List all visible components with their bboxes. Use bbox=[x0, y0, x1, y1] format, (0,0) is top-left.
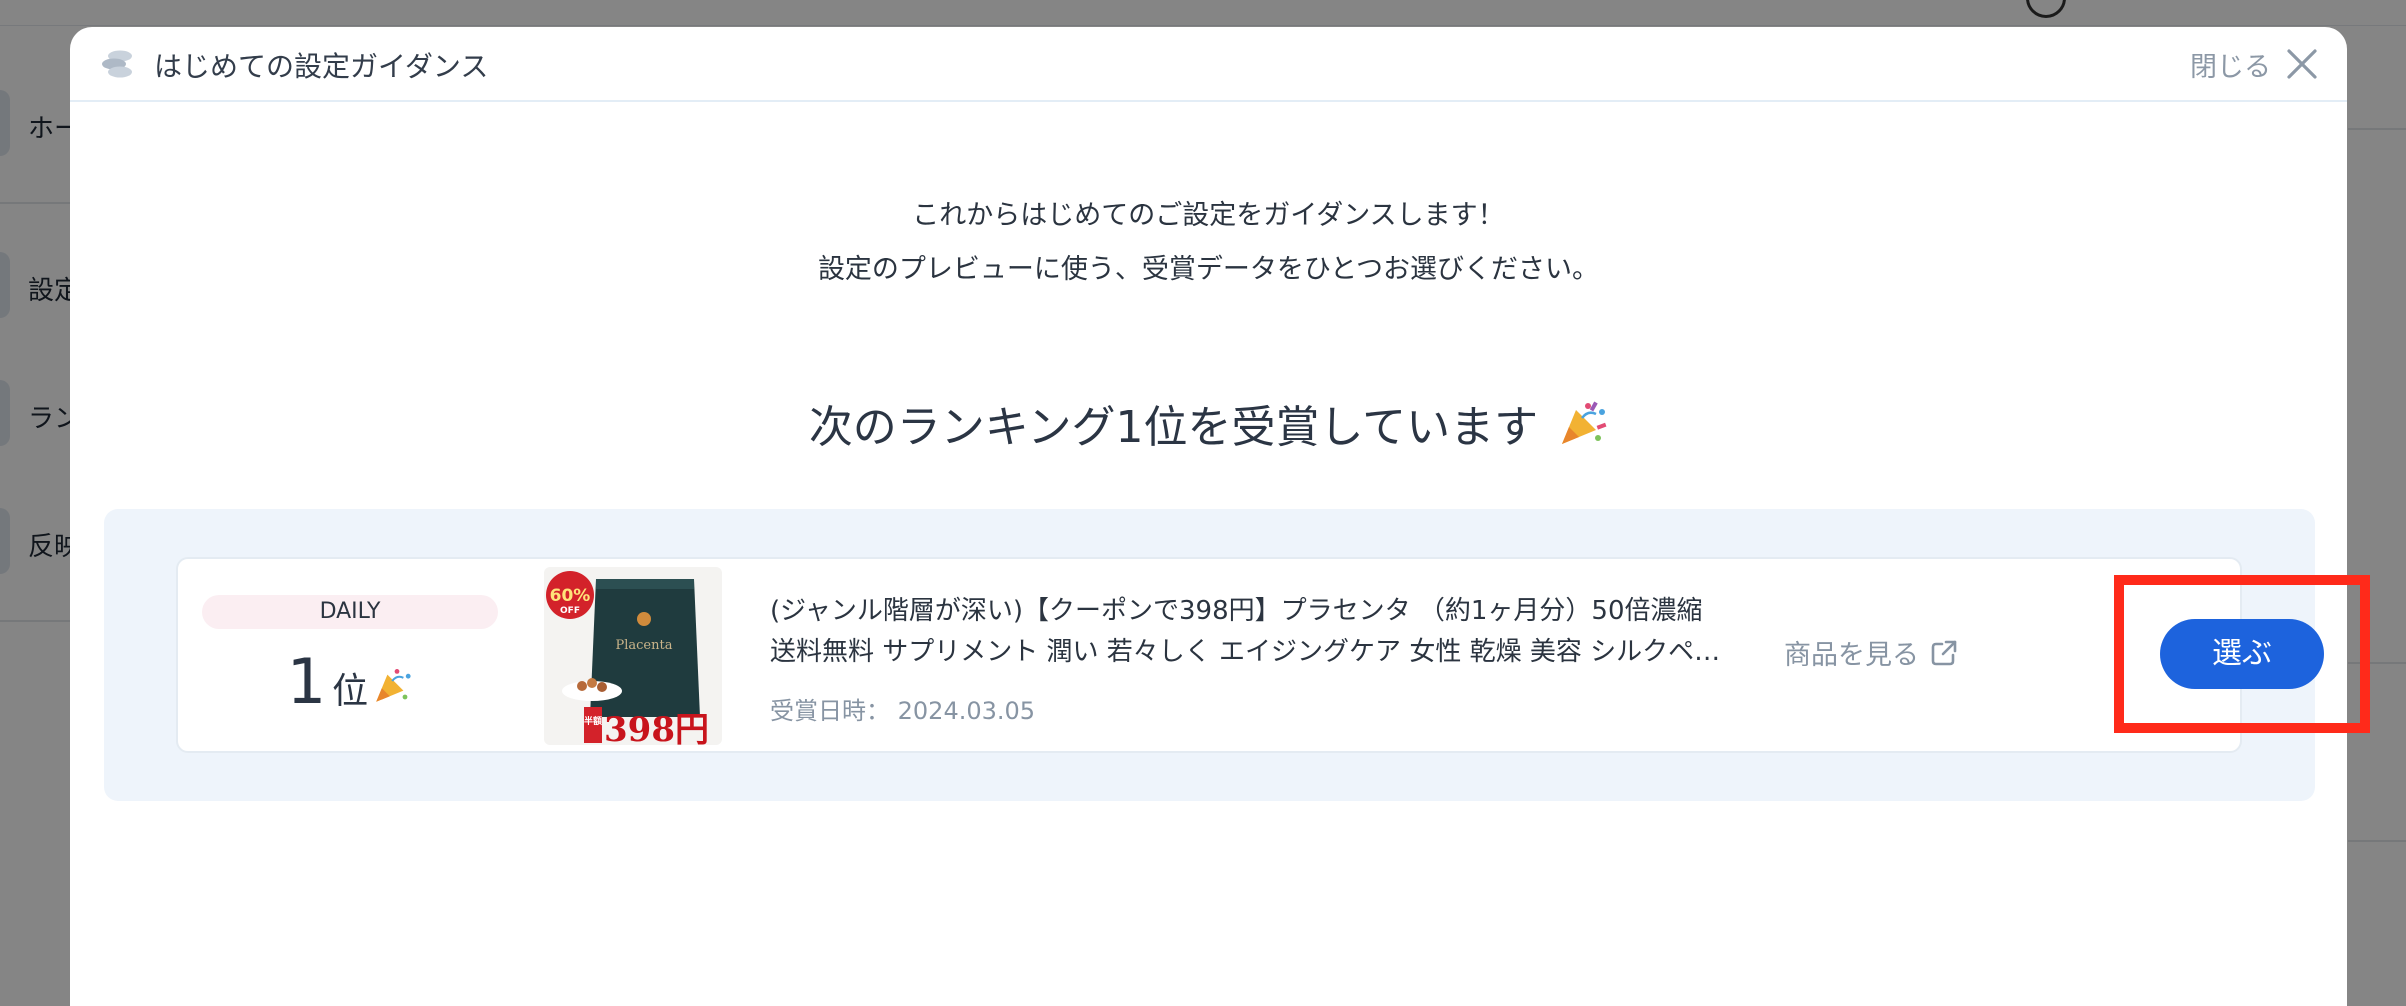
award-card: DAILY 1位 Placenta 60% OFF 半額 398円 (ジャンル階… bbox=[176, 557, 2370, 753]
brand-text: Placenta bbox=[616, 638, 673, 653]
close-icon[interactable] bbox=[2285, 47, 2319, 81]
product-image: Placenta 60% OFF 半額 398円 bbox=[544, 567, 722, 745]
intro-text: 設定のプレビューに使う、受賞データをひとつお選びください。 bbox=[817, 254, 1600, 285]
app-logo-icon bbox=[102, 50, 132, 78]
discount-badge-sub: OFF bbox=[560, 606, 580, 616]
modal-title: はじめての設定ガイダンス bbox=[154, 50, 489, 83]
award-date-value: 2024.03.05 bbox=[897, 697, 1036, 725]
close-label: 閉じる bbox=[2190, 51, 2271, 83]
award-headline: 次のランキング1位を受賞しています bbox=[70, 391, 2347, 455]
discount-badge-text: 60% bbox=[550, 586, 591, 606]
external-link-icon bbox=[1931, 640, 1957, 665]
party-popper-icon bbox=[1562, 401, 1607, 444]
product-title-line: 送料無料 サプリメント 潤い 若々しく エイジングケア 女性 乾燥 美容 シルク… bbox=[770, 637, 1721, 667]
product-title: (ジャンル階層が深い)【クーポンで398円】プラセンタ （約1ヶ月分）50倍濃縮… bbox=[770, 591, 1730, 673]
setup-guidance-modal: はじめての設定ガイダンス 閉じる これからはじめてのご設定をガイダンスします！ … bbox=[70, 27, 2370, 1006]
rank-number: 1 bbox=[286, 645, 327, 718]
intro-text: これからはじめてのご設定をガイダンスします！ bbox=[912, 200, 1505, 231]
view-product-label: 商品を見る bbox=[1784, 640, 1919, 671]
half-price-tag: 半額 bbox=[584, 715, 602, 727]
view-product-link[interactable]: 商品を見る bbox=[1784, 633, 1959, 672]
product-title-line: (ジャンル階層が深い)【クーポンで398円】プラセンタ （約1ヶ月分）50倍濃縮 bbox=[770, 596, 1703, 626]
modal-header: はじめての設定ガイダンス 閉じる bbox=[70, 27, 2347, 102]
award-date: 受賞日時： 2024.03.05 bbox=[770, 691, 1035, 726]
party-popper-icon bbox=[376, 669, 411, 702]
rank-suffix: 位 bbox=[332, 671, 369, 712]
price-text: 398円 bbox=[604, 710, 709, 745]
period-badge: DAILY bbox=[202, 595, 498, 629]
headline-text: 次のランキング1位を受賞しています bbox=[808, 402, 1539, 453]
close-button[interactable]: 閉じる bbox=[2190, 41, 2319, 87]
select-button[interactable]: 選ぶ bbox=[2160, 619, 2324, 689]
award-date-label: 受賞日時： bbox=[770, 697, 890, 725]
rank-display: 1位 bbox=[202, 645, 498, 718]
award-panel: DAILY 1位 Placenta 60% OFF 半額 398円 (ジャンル階… bbox=[104, 509, 2370, 801]
